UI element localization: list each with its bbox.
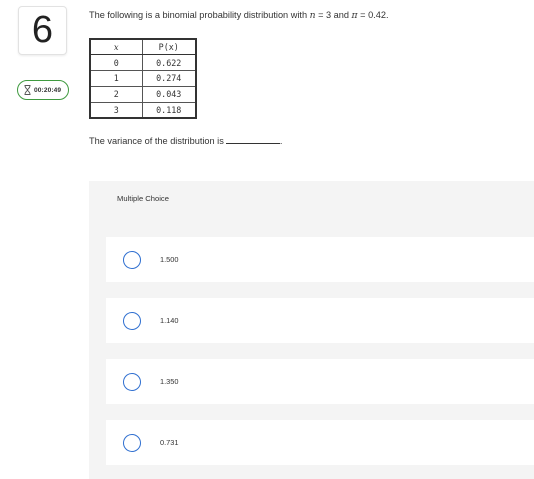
radio-button[interactable] bbox=[123, 311, 141, 330]
choice-text: 1.350 bbox=[160, 377, 179, 386]
variance-prompt: The variance of the distribution is. bbox=[89, 136, 282, 146]
cell-x: 2 bbox=[89, 85, 143, 103]
question-number: 6 bbox=[18, 6, 67, 55]
hourglass-icon bbox=[24, 85, 31, 95]
radio-button[interactable] bbox=[123, 372, 141, 391]
timer-text: 00:20:49 bbox=[34, 86, 62, 94]
cell-px: 0.622 bbox=[141, 54, 197, 72]
table-row: 0 0.622 bbox=[89, 54, 197, 72]
table-row: 1 0.274 bbox=[89, 70, 197, 87]
table-row: 2 0.043 bbox=[89, 85, 197, 103]
multiple-choice-panel: Multiple Choice 1.500 1.140 1.350 0.731 bbox=[89, 181, 534, 479]
radio-button[interactable] bbox=[123, 433, 141, 452]
answer-blank bbox=[225, 136, 280, 144]
choice-text: 1.140 bbox=[160, 316, 179, 325]
choice-option[interactable]: 1.500 bbox=[106, 237, 534, 282]
header-x: x bbox=[89, 38, 143, 56]
cell-x: 3 bbox=[89, 101, 143, 119]
table-row: 3 0.118 bbox=[89, 101, 197, 119]
distribution-table: x P(x) 0 0.622 1 0.274 2 0.043 3 0.118 bbox=[89, 38, 197, 119]
pi-equals: = 0.42. bbox=[357, 10, 389, 20]
cell-x: 0 bbox=[89, 54, 143, 72]
choice-option[interactable]: 0.731 bbox=[106, 420, 534, 465]
cell-x: 1 bbox=[89, 70, 143, 87]
question-text: The following is a binomial probability … bbox=[89, 10, 509, 21]
cell-px: 0.274 bbox=[141, 70, 197, 87]
choice-text: 0.731 bbox=[160, 438, 179, 447]
n-equals: = 3 and bbox=[315, 10, 352, 20]
multiple-choice-header: Multiple Choice bbox=[89, 181, 534, 215]
table-header-row: x P(x) bbox=[89, 38, 197, 56]
choice-option[interactable]: 1.350 bbox=[106, 359, 534, 404]
timer-badge[interactable]: 00:20:49 bbox=[17, 80, 69, 100]
variance-text: The variance of the distribution is bbox=[89, 136, 224, 146]
choice-text: 1.500 bbox=[160, 255, 179, 264]
cell-px: 0.043 bbox=[141, 85, 197, 103]
multiple-choice-label: Multiple Choice bbox=[117, 194, 169, 203]
radio-button[interactable] bbox=[123, 250, 141, 269]
header-px: P(x) bbox=[141, 38, 197, 56]
variance-end: . bbox=[279, 136, 283, 146]
choice-option[interactable]: 1.140 bbox=[106, 298, 534, 343]
question-prefix: The following is a binomial probability … bbox=[89, 10, 310, 20]
cell-px: 0.118 bbox=[141, 101, 197, 119]
